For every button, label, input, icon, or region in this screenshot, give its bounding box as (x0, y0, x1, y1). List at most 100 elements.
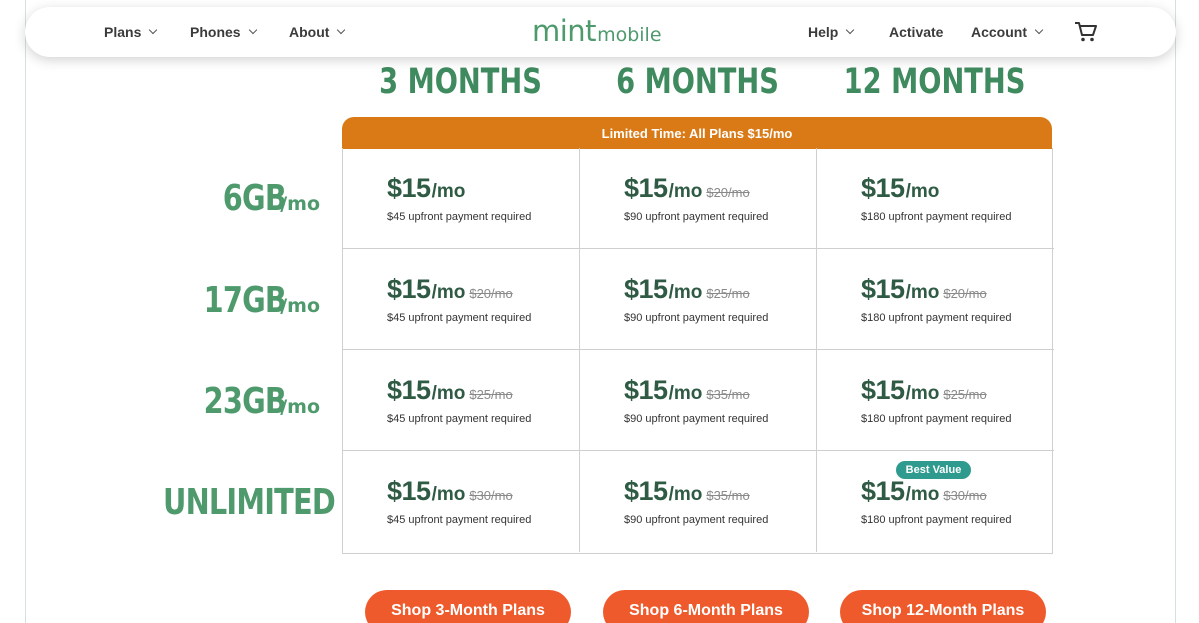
price-cell: $15/mo $20/mo $45 upfront payment required (343, 249, 580, 350)
nav-activate-label: Activate (889, 24, 944, 40)
nav-about-label: About (289, 24, 330, 40)
limited-time-banner: Limited Time: All Plans $15/mo (342, 117, 1052, 149)
price-line: $15/mo (387, 173, 465, 204)
old-price: $35/mo (706, 387, 750, 402)
price-cell: $15/mo $20/mo $90 upfront payment required (580, 148, 817, 249)
price-amount: $15 (387, 375, 431, 405)
cart-icon[interactable] (1074, 21, 1098, 43)
price-cell: $15/mo $35/mo $90 upfront payment required (580, 451, 817, 552)
price-amount: $15 (861, 476, 905, 506)
price-amount: $15 (624, 173, 668, 203)
upfront-note: $180 upfront payment required (861, 312, 1012, 324)
price-line: $15/mo $35/mo (624, 476, 750, 507)
price-line: $15/mo $20/mo (861, 274, 987, 305)
nav-plans[interactable]: Plans (104, 7, 158, 57)
old-price: $30/mo (943, 488, 987, 503)
month-header-3: 3 MONTHS (379, 62, 542, 102)
upfront-note: $90 upfront payment required (624, 413, 769, 425)
upfront-note: $90 upfront payment required (624, 514, 769, 526)
price-amount: $15 (624, 375, 668, 405)
shop-12-month-button[interactable]: Shop 12-Month Plans (840, 590, 1046, 623)
price-per-month: /mo (905, 383, 940, 404)
price-cell: $15/mo $25/mo $90 upfront payment required (580, 249, 817, 350)
price-per-month: /mo (431, 282, 466, 303)
row-label-unlimited: UNLIMITED (120, 482, 336, 523)
nav-account[interactable]: Account (971, 7, 1044, 57)
nav-about[interactable]: About (289, 7, 346, 57)
price-per-month: /mo (905, 484, 940, 505)
price-cell: $15/mo $25/mo $45 upfront payment required (343, 350, 580, 451)
upfront-note: $45 upfront payment required (387, 413, 532, 425)
price-line: $15/mo $35/mo (624, 375, 750, 406)
old-price: $20/mo (706, 185, 750, 200)
mint-mobile-logo[interactable]: mint mobile (532, 14, 662, 50)
price-cell: $15/mo $30/mo $45 upfront payment required (343, 451, 580, 552)
upfront-note: $45 upfront payment required (387, 514, 532, 526)
price-cell: $15/mo $180 upfront payment required (817, 148, 1054, 249)
nav-activate[interactable]: Activate (889, 7, 943, 57)
old-price: $30/mo (469, 488, 513, 503)
price-per-month: /mo (905, 282, 940, 303)
price-amount: $15 (387, 476, 431, 506)
month-header-6: 6 MONTHS (616, 62, 779, 102)
row-label-text: UNLIMITED (162, 482, 336, 523)
shop-3-month-button[interactable]: Shop 3-Month Plans (365, 590, 571, 623)
upfront-note: $45 upfront payment required (387, 312, 532, 324)
chevron-down-icon (337, 25, 346, 35)
price-cell: $15/mo $35/mo $90 upfront payment required (580, 350, 817, 451)
row-label-text: 17GB (203, 280, 287, 321)
shop-6-month-button[interactable]: Shop 6-Month Plans (603, 590, 809, 623)
price-amount: $15 (387, 173, 431, 203)
row-label-suffix: /mo (280, 193, 320, 215)
upfront-note: $45 upfront payment required (387, 211, 532, 223)
nav-plans-label: Plans (104, 24, 142, 40)
row-label-text: 6GB (222, 178, 287, 219)
price-line: $15/mo $30/mo (861, 476, 987, 507)
best-value-badge: Best Value (896, 461, 971, 479)
price-per-month: /mo (668, 181, 703, 202)
price-per-month: /mo (431, 484, 466, 505)
price-line: $15/mo $25/mo (861, 375, 987, 406)
price-line: $15/mo $20/mo (624, 173, 750, 204)
old-price: $20/mo (469, 286, 513, 301)
row-label-suffix: /mo (280, 396, 320, 418)
nav-phones[interactable]: Phones (190, 7, 257, 57)
price-per-month: /mo (668, 484, 703, 505)
nav-account-label: Account (971, 24, 1027, 40)
price-cell: $15/mo $20/mo $180 upfront payment require… (817, 249, 1054, 350)
price-per-month: /mo (431, 181, 466, 202)
price-per-month: /mo (668, 282, 703, 303)
row-label-text: 23GB (203, 381, 287, 422)
upfront-note: $180 upfront payment required (861, 413, 1012, 425)
chevron-down-icon (149, 25, 158, 35)
upfront-note: $90 upfront payment required (624, 312, 769, 324)
price-amount: $15 (387, 274, 431, 304)
price-line: $15/mo $20/mo (387, 274, 513, 305)
chevron-down-icon (1034, 25, 1044, 35)
price-amount: $15 (861, 375, 905, 405)
upfront-note: $180 upfront payment required (861, 514, 1012, 526)
price-line: $15/mo $25/mo (387, 375, 513, 406)
row-label-23gb: 23GB/mo (120, 381, 320, 422)
logo-mint-text: mint (532, 14, 597, 48)
top-nav: Plans Phones About mint mobile Help Acti… (25, 7, 1176, 57)
old-price: $25/mo (943, 387, 987, 402)
old-price: $25/mo (706, 286, 750, 301)
chevron-down-icon (846, 25, 855, 35)
price-per-month: /mo (431, 383, 466, 404)
row-label-6gb: 6GB/mo (120, 178, 320, 219)
price-amount: $15 (624, 476, 668, 506)
row-label-suffix: /mo (280, 295, 320, 317)
price-amount: $15 (624, 274, 668, 304)
old-price: $35/mo (706, 488, 750, 503)
nav-help[interactable]: Help (808, 7, 855, 57)
nav-help-label: Help (808, 24, 839, 40)
pricing-grid: $15/mo $45 upfront payment required $15/mo… (342, 148, 1054, 554)
price-line: $15/mo $25/mo (624, 274, 750, 305)
price-per-month: /mo (905, 181, 940, 202)
upfront-note: $180 upfront payment required (861, 211, 1012, 223)
price-amount: $15 (861, 173, 905, 203)
nav-phones-label: Phones (190, 24, 241, 40)
price-line: $15/mo $30/mo (387, 476, 513, 507)
price-line: $15/mo (861, 173, 939, 204)
